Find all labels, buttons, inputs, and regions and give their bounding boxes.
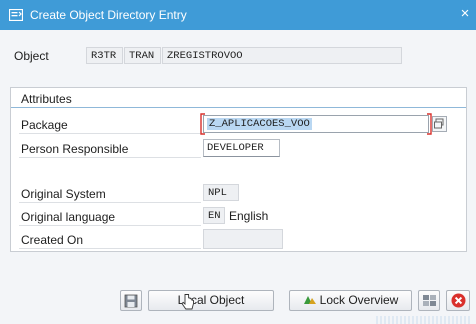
person-responsible-label: Person Responsible — [21, 142, 129, 156]
status-strip — [376, 316, 472, 324]
original-system-label: Original System — [21, 187, 106, 201]
original-language-name: English — [229, 209, 269, 223]
value-help-icon — [434, 118, 444, 129]
package-focus-brackets — [200, 113, 432, 135]
object-pgmid-field: R3TR — [86, 47, 123, 64]
display-object-button[interactable] — [418, 290, 440, 311]
cancel-icon — [451, 293, 465, 308]
lock-overview-icon — [303, 296, 316, 304]
local-object-button[interactable]: Local Object — [148, 290, 274, 311]
cancel-button[interactable] — [446, 290, 470, 311]
created-row-divider — [19, 248, 201, 249]
create-entry-icon — [9, 9, 23, 21]
original-system-field: NPL — [203, 184, 239, 201]
lock-overview-label: Lock Overview — [319, 293, 399, 307]
object-name-field: ZREGISTROVOO — [162, 47, 402, 64]
object-label: Object — [14, 49, 49, 63]
original-language-code-field: EN — [203, 207, 225, 224]
package-label: Package — [21, 118, 68, 132]
system-row-divider — [19, 202, 201, 203]
created-on-label: Created On — [21, 233, 84, 247]
attributes-heading: Attributes — [21, 92, 72, 106]
created-on-field — [203, 229, 283, 249]
close-icon: × — [460, 5, 470, 22]
mouse-pointer-icon — [181, 294, 194, 310]
lock-overview-button[interactable]: Lock Overview — [289, 290, 412, 311]
person-responsible-input[interactable]: DEVELOPER — [203, 139, 280, 157]
object-type-field: TRAN — [124, 47, 161, 64]
save-button[interactable] — [120, 290, 142, 311]
attributes-header: Attributes — [11, 88, 466, 108]
close-button[interactable]: × — [456, 4, 474, 24]
save-icon — [124, 294, 138, 308]
language-row-divider — [19, 225, 201, 226]
attributes-group: Attributes Package Z_APLICACOES_VOO Pers… — [10, 87, 467, 252]
window-title: Create Object Directory Entry — [30, 8, 187, 22]
window-titlebar: Create Object Directory Entry × — [0, 0, 476, 30]
person-row-divider — [19, 157, 201, 158]
package-search-help-button[interactable] — [432, 116, 447, 132]
package-row-divider — [19, 133, 201, 134]
original-language-label: Original language — [21, 210, 116, 224]
object-list-icon — [422, 295, 436, 306]
